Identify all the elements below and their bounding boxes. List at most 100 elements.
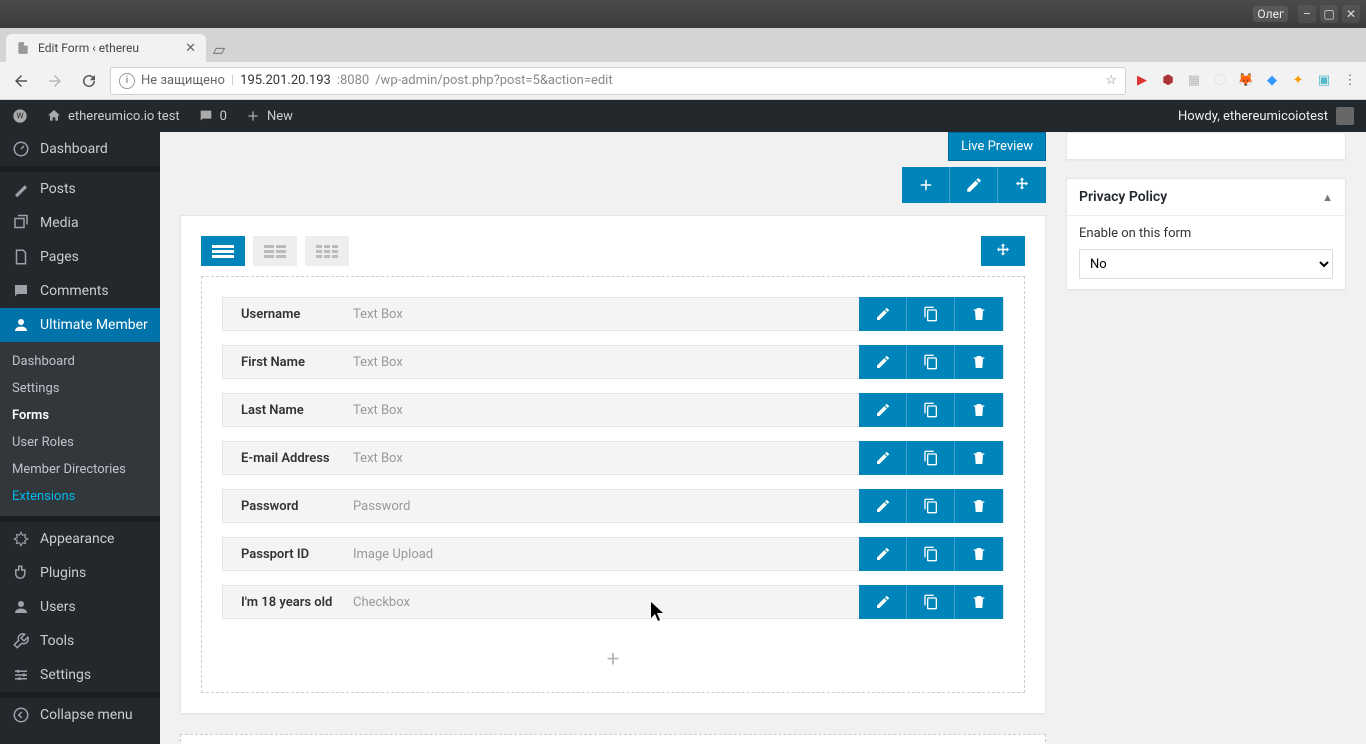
field-row[interactable]: First NameText Box: [222, 345, 1004, 379]
field-row[interactable]: I'm 18 years oldCheckbox: [222, 585, 1004, 619]
menu-plugins[interactable]: Plugins: [0, 556, 160, 590]
tab-close-icon[interactable]: ✕: [185, 41, 196, 56]
field-edit-button[interactable]: [859, 537, 907, 571]
field-duplicate-button[interactable]: [907, 489, 955, 523]
field-label: First Name: [223, 355, 343, 370]
add-field-button[interactable]: +: [222, 633, 1004, 672]
menu-ultimate-member[interactable]: Ultimate Member: [0, 308, 160, 342]
field-row[interactable]: Passport IDImage Upload: [222, 537, 1004, 571]
field-row[interactable]: Last NameText Box: [222, 393, 1004, 427]
ext-icon-8[interactable]: ▣: [1316, 73, 1332, 89]
submenu-dashboard[interactable]: Dashboard: [0, 348, 160, 375]
window-close-icon[interactable]: ✕: [1342, 5, 1360, 23]
submenu-settings[interactable]: Settings: [0, 375, 160, 402]
fields-container: Username Text Box First NameText Box Last N…: [201, 276, 1025, 693]
comments-link[interactable]: 0: [198, 108, 227, 124]
nav-forward-button[interactable]: [42, 68, 68, 94]
menu-collapse[interactable]: Collapse menu: [0, 698, 160, 732]
address-bar[interactable]: i Не защищено | 195.201.20.193:8080/wp-a…: [110, 67, 1126, 95]
field-label: Passport ID: [223, 547, 343, 562]
add-row-button[interactable]: [902, 167, 950, 203]
move-row-button[interactable]: [998, 167, 1046, 203]
field-row[interactable]: PasswordPassword: [222, 489, 1004, 523]
ext-icon-5[interactable]: 🦊: [1238, 73, 1254, 89]
url-port: :8080: [337, 73, 369, 88]
ext-icon-1[interactable]: ▶: [1134, 73, 1150, 89]
privacy-panel-header[interactable]: Privacy Policy ▲: [1067, 179, 1345, 216]
ext-icon-2[interactable]: ⬢: [1160, 73, 1176, 89]
field-label: Username: [223, 307, 343, 322]
ext-icon-7[interactable]: ✦: [1290, 73, 1306, 89]
privacy-panel: Privacy Policy ▲ Enable on this form No: [1066, 178, 1346, 290]
new-link[interactable]: New: [245, 108, 293, 124]
field-edit-button[interactable]: [859, 393, 907, 427]
move-section-button[interactable]: [981, 236, 1025, 266]
menu-tools[interactable]: Tools: [0, 624, 160, 658]
field-delete-button[interactable]: [955, 345, 1003, 379]
submenu-forms[interactable]: Forms: [0, 402, 160, 429]
wp-logo-icon[interactable]: W: [12, 108, 28, 124]
privacy-select[interactable]: No: [1079, 249, 1333, 279]
field-edit-button[interactable]: [859, 441, 907, 475]
layout-2col-tab[interactable]: [253, 236, 297, 266]
panel-toggle-icon[interactable]: ▲: [1322, 191, 1333, 204]
field-edit-button[interactable]: [859, 297, 907, 331]
submenu-extensions[interactable]: Extensions: [0, 483, 160, 510]
menu-posts[interactable]: Posts: [0, 172, 160, 206]
field-duplicate-button[interactable]: [907, 393, 955, 427]
url-host: 195.201.20.193: [240, 73, 331, 88]
field-row[interactable]: Username Text Box: [222, 297, 1004, 331]
menu-settings[interactable]: Settings: [0, 658, 160, 692]
field-delete-button[interactable]: [955, 441, 1003, 475]
browser-menu-icon[interactable]: ⋮: [1342, 73, 1358, 89]
field-delete-button[interactable]: [955, 537, 1003, 571]
add-section-placeholder[interactable]: +: [180, 734, 1046, 744]
layout-1col-tab[interactable]: [201, 236, 245, 266]
privacy-title: Privacy Policy: [1079, 189, 1167, 205]
menu-dashboard[interactable]: Dashboard: [0, 132, 160, 166]
menu-appearance[interactable]: Appearance: [0, 522, 160, 556]
submenu-member-directories[interactable]: Member Directories: [0, 456, 160, 483]
avatar[interactable]: [1336, 107, 1354, 125]
howdy-text[interactable]: Howdy, ethereumicoiotest: [1178, 109, 1328, 124]
field-type: Password: [353, 499, 410, 514]
edit-row-button[interactable]: [950, 167, 998, 203]
field-delete-button[interactable]: [955, 489, 1003, 523]
menu-users[interactable]: Users: [0, 590, 160, 624]
menu-media[interactable]: Media: [0, 206, 160, 240]
layout-3col-tab[interactable]: [305, 236, 349, 266]
privacy-label: Enable on this form: [1079, 226, 1333, 241]
site-link[interactable]: ethereumico.io test: [46, 108, 180, 124]
field-delete-button[interactable]: [955, 297, 1003, 331]
ext-icon-4[interactable]: ◌: [1212, 73, 1228, 89]
bookmark-star-icon[interactable]: ☆: [1105, 73, 1117, 88]
os-user-label: Олег: [1253, 6, 1288, 22]
field-duplicate-button[interactable]: [907, 441, 955, 475]
nav-reload-button[interactable]: [76, 68, 102, 94]
menu-pages[interactable]: Pages: [0, 240, 160, 274]
field-duplicate-button[interactable]: [907, 345, 955, 379]
field-duplicate-button[interactable]: [907, 537, 955, 571]
new-tab-button[interactable]: ▱: [206, 36, 232, 62]
field-edit-button[interactable]: [859, 345, 907, 379]
field-delete-button[interactable]: [955, 393, 1003, 427]
site-info-icon[interactable]: i: [119, 73, 135, 89]
nav-back-button[interactable]: [8, 68, 34, 94]
field-type: Text Box: [353, 307, 403, 322]
window-minimize-icon[interactable]: –: [1298, 5, 1316, 23]
ext-icon-6[interactable]: ◆: [1264, 73, 1280, 89]
browser-tab[interactable]: Edit Form ‹ ethereu ✕: [6, 34, 206, 62]
live-preview-button[interactable]: Live Preview: [948, 132, 1046, 161]
submenu-user-roles[interactable]: User Roles: [0, 429, 160, 456]
field-row[interactable]: E-mail AddressText Box: [222, 441, 1004, 475]
field-duplicate-button[interactable]: [907, 297, 955, 331]
collapsed-panel[interactable]: [1066, 132, 1346, 160]
field-edit-button[interactable]: [859, 585, 907, 619]
menu-comments[interactable]: Comments: [0, 274, 160, 308]
field-delete-button[interactable]: [955, 585, 1003, 619]
field-duplicate-button[interactable]: [907, 585, 955, 619]
new-label: New: [267, 109, 293, 124]
field-edit-button[interactable]: [859, 489, 907, 523]
ext-icon-3[interactable]: ▦: [1186, 73, 1202, 89]
window-maximize-icon[interactable]: ▢: [1320, 5, 1338, 23]
